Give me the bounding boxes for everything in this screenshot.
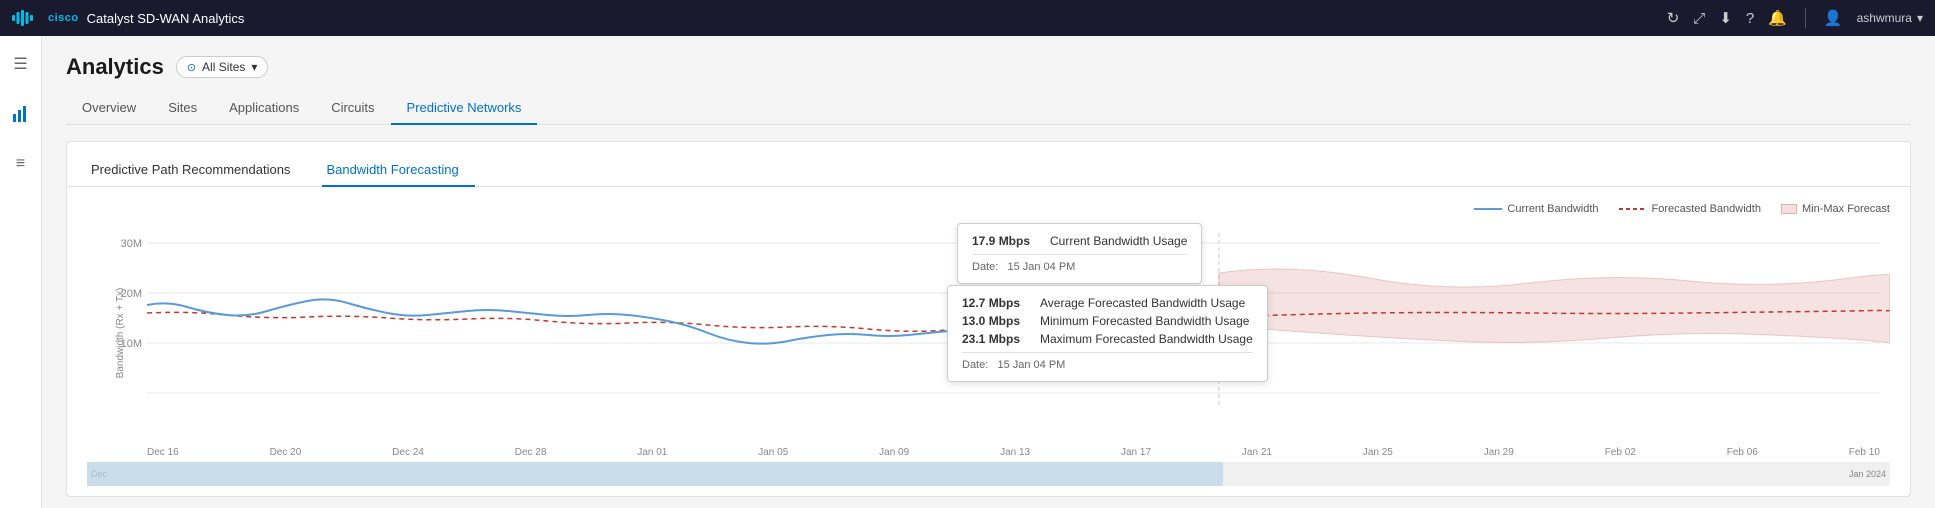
- topbar-divider: [1805, 8, 1806, 28]
- tooltip-min-row: 13.0 Mbps Minimum Forecasted Bandwidth U…: [962, 314, 1253, 328]
- main-card: Predictive Path Recommendations Bandwidt…: [66, 141, 1911, 497]
- topbar-title: Catalyst SD-WAN Analytics: [87, 11, 245, 26]
- x-axis: Dec 16 Dec 20 Dec 24 Dec 28 Jan 01 Jan 0…: [87, 443, 1890, 458]
- tooltip-avg-row: 12.7 Mbps Average Forecasted Bandwidth U…: [962, 296, 1253, 310]
- minmax-band: [1219, 269, 1890, 343]
- download-icon[interactable]: ⬇: [1719, 9, 1732, 27]
- chart-area: Current Bandwidth Forecasted Bandwidth M…: [67, 187, 1910, 496]
- topbar: cisco Catalyst SD-WAN Analytics ↻ ⤢ ⬇ ? …: [0, 0, 1935, 36]
- tooltip-current-bandwidth: 17.9 Mbps Current Bandwidth Usage Date: …: [957, 223, 1202, 284]
- x-label-feb02: Feb 02: [1605, 447, 1636, 458]
- legend-current-label: Current Bandwidth: [1507, 203, 1598, 215]
- legend-forecasted-label: Forecasted Bandwidth: [1652, 203, 1761, 215]
- chart-container: Bandwidth (Rx + Tx) 30M 20M 10M: [87, 223, 1890, 443]
- topbar-brand: cisco Catalyst SD-WAN Analytics: [12, 10, 1657, 26]
- sites-filter-label: All Sites: [202, 60, 245, 74]
- legend-dashed-line: [1619, 208, 1647, 210]
- sidebar-list-icon[interactable]: ≡: [5, 148, 37, 180]
- filter-chevron-icon: ▾: [251, 60, 257, 74]
- x-label-feb10: Feb 10: [1849, 447, 1880, 458]
- tooltip-avg-label: Average Forecasted Bandwidth Usage: [1040, 296, 1245, 310]
- refresh-icon[interactable]: ↻: [1667, 9, 1680, 27]
- chevron-down-icon: ▾: [1917, 11, 1923, 25]
- sites-filter-icon: ⊙: [187, 61, 196, 74]
- tooltip-date-2: Date: 15 Jan 04 PM: [962, 359, 1253, 371]
- tab-circuits[interactable]: Circuits: [315, 92, 390, 125]
- tooltip-current-label: Current Bandwidth Usage: [1050, 234, 1187, 248]
- sites-filter[interactable]: ⊙ All Sites ▾: [176, 56, 269, 78]
- tab-overview[interactable]: Overview: [66, 92, 152, 125]
- date-value-1: 15 Jan 04 PM: [1007, 261, 1075, 273]
- tooltip-divider-1: [972, 254, 1187, 255]
- x-label-jan05: Jan 05: [758, 447, 788, 458]
- main-content: Analytics ⊙ All Sites ▾ Overview Sites A…: [42, 36, 1935, 508]
- tab-applications[interactable]: Applications: [213, 92, 315, 125]
- legend-minmax: Min-Max Forecast: [1781, 203, 1890, 215]
- tooltip-min-value: 13.0 Mbps: [962, 314, 1032, 328]
- sub-tabs: Predictive Path Recommendations Bandwidt…: [67, 142, 1910, 187]
- timeline-right-label: Jan 2024: [1849, 469, 1886, 479]
- sidebar-analytics-icon[interactable]: [5, 98, 37, 130]
- tab-sites[interactable]: Sites: [152, 92, 213, 125]
- page-header: Analytics ⊙ All Sites ▾: [66, 54, 1911, 80]
- mini-timeline[interactable]: Dec Jan 2024: [87, 462, 1890, 486]
- tooltip-min-label: Minimum Forecasted Bandwidth Usage: [1040, 314, 1249, 328]
- user-name: ashwmura: [1857, 11, 1912, 25]
- tooltip-divider-2: [962, 352, 1253, 353]
- sub-tab-bandwidth-forecasting[interactable]: Bandwidth Forecasting: [322, 154, 474, 187]
- legend-forecasted-bandwidth: Forecasted Bandwidth: [1619, 203, 1761, 215]
- sub-tab-path-recommendations[interactable]: Predictive Path Recommendations: [87, 154, 306, 187]
- legend-current-bandwidth: Current Bandwidth: [1474, 203, 1598, 215]
- x-label-jan17: Jan 17: [1121, 447, 1151, 458]
- help-icon[interactable]: ?: [1746, 10, 1754, 27]
- legend-minmax-label: Min-Max Forecast: [1802, 203, 1890, 215]
- tooltip-max-label: Maximum Forecasted Bandwidth Usage: [1040, 332, 1253, 346]
- x-label-jan13: Jan 13: [1000, 447, 1030, 458]
- tooltip-forecasted-bandwidth: 12.7 Mbps Average Forecasted Bandwidth U…: [947, 285, 1268, 382]
- tooltip-date-1: Date: 15 Jan 04 PM: [972, 261, 1187, 273]
- timeline-highlight-dec: [87, 462, 1223, 486]
- tab-predictive-networks[interactable]: Predictive Networks: [391, 92, 538, 125]
- date-value-2: 15 Jan 04 PM: [997, 359, 1065, 371]
- chart-legend: Current Bandwidth Forecasted Bandwidth M…: [87, 203, 1890, 215]
- cisco-svg-logo: [12, 10, 44, 26]
- cisco-logo: cisco: [12, 10, 79, 26]
- topbar-user[interactable]: ashwmura ▾: [1857, 11, 1923, 25]
- x-label-jan29: Jan 29: [1484, 447, 1514, 458]
- x-label-dec16: Dec 16: [147, 447, 179, 458]
- cisco-wordmark: cisco: [48, 12, 79, 24]
- topbar-icons: ↻ ⤢ ⬇ ? 🔔 👤 ashwmura ▾: [1667, 8, 1923, 28]
- tooltip-max-row: 23.1 Mbps Maximum Forecasted Bandwidth U…: [962, 332, 1253, 346]
- sidebar: ☰ ≡: [0, 36, 42, 508]
- tooltip-row-1: 17.9 Mbps Current Bandwidth Usage: [972, 234, 1187, 248]
- x-label-dec24: Dec 24: [392, 447, 424, 458]
- x-label-jan21: Jan 21: [1242, 447, 1272, 458]
- x-label-dec20: Dec 20: [270, 447, 302, 458]
- x-label-feb06: Feb 06: [1727, 447, 1758, 458]
- date-label-2: Date:: [962, 359, 988, 371]
- tooltip-max-value: 23.1 Mbps: [962, 332, 1032, 346]
- x-label-dec28: Dec 28: [515, 447, 547, 458]
- x-label-jan01: Jan 01: [637, 447, 667, 458]
- tooltip-avg-value: 12.7 Mbps: [962, 296, 1032, 310]
- tab-nav: Overview Sites Applications Circuits Pre…: [66, 92, 1911, 125]
- tooltip-current-value: 17.9 Mbps: [972, 234, 1042, 248]
- svg-text:30M: 30M: [121, 238, 142, 250]
- legend-pink-box: [1781, 204, 1797, 214]
- user-icon: 👤: [1824, 9, 1843, 27]
- date-label-1: Date:: [972, 261, 998, 273]
- fullscreen-icon[interactable]: ⤢: [1693, 10, 1705, 27]
- bell-icon[interactable]: 🔔: [1768, 9, 1787, 27]
- x-label-jan09: Jan 09: [879, 447, 909, 458]
- y-axis-label: Bandwidth (Rx + Tx): [115, 288, 126, 379]
- x-label-jan25: Jan 25: [1363, 447, 1393, 458]
- page-title: Analytics: [66, 54, 164, 80]
- sidebar-menu-icon[interactable]: ☰: [5, 48, 37, 80]
- legend-solid-line: [1474, 208, 1502, 210]
